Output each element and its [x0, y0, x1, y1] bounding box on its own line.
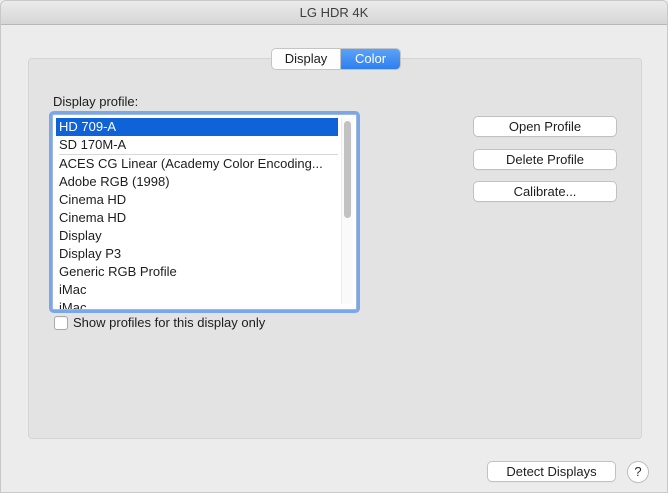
profile-list-item[interactable]: iMac [56, 281, 338, 299]
profile-list-items: HD 709-A SD 170M-A ACES CG Linear (Acade… [56, 118, 338, 309]
scrollbar-thumb[interactable] [344, 121, 351, 218]
help-icon[interactable]: ? [628, 462, 648, 482]
open-profile-button[interactable]: Open Profile [474, 117, 616, 136]
profile-list-item[interactable]: Display [56, 227, 338, 245]
profile-list-item[interactable]: ACES CG Linear (Academy Color Encoding..… [56, 155, 338, 173]
profile-list-item[interactable]: Cinema HD [56, 191, 338, 209]
window-title: LG HDR 4K [1, 1, 667, 25]
detect-displays-button[interactable]: Detect Displays [488, 462, 615, 481]
show-profiles-checkbox-label: Show profiles for this display only [73, 315, 266, 330]
display-preferences-window: LG HDR 4K Display Color Display profile:… [0, 0, 668, 493]
profile-list-item[interactable]: iMac [56, 299, 338, 309]
profile-list-item[interactable]: SD 170M-A [56, 136, 338, 154]
display-profile-label: Display profile: [53, 94, 139, 109]
tab-display[interactable]: Display [272, 49, 341, 69]
delete-profile-button[interactable]: Delete Profile [474, 150, 616, 169]
profile-list-item[interactable]: Display P3 [56, 245, 338, 263]
show-profiles-checkbox[interactable] [54, 315, 68, 330]
tab-bar: Display Color [272, 49, 400, 69]
display-profile-list[interactable]: HD 709-A SD 170M-A ACES CG Linear (Acade… [52, 114, 357, 310]
calibrate-button[interactable]: Calibrate... [474, 182, 616, 201]
profile-list-item[interactable]: Generic RGB Profile [56, 263, 338, 281]
profile-list-item[interactable]: Cinema HD [56, 209, 338, 227]
show-display-profiles-option[interactable]: Show profiles for this display only [54, 315, 265, 330]
profile-list-item[interactable]: Adobe RGB (1998) [56, 173, 338, 191]
profile-list-scrollbar[interactable] [341, 118, 353, 304]
tab-color[interactable]: Color [341, 49, 400, 69]
profile-list-item[interactable]: HD 709-A [56, 118, 338, 136]
